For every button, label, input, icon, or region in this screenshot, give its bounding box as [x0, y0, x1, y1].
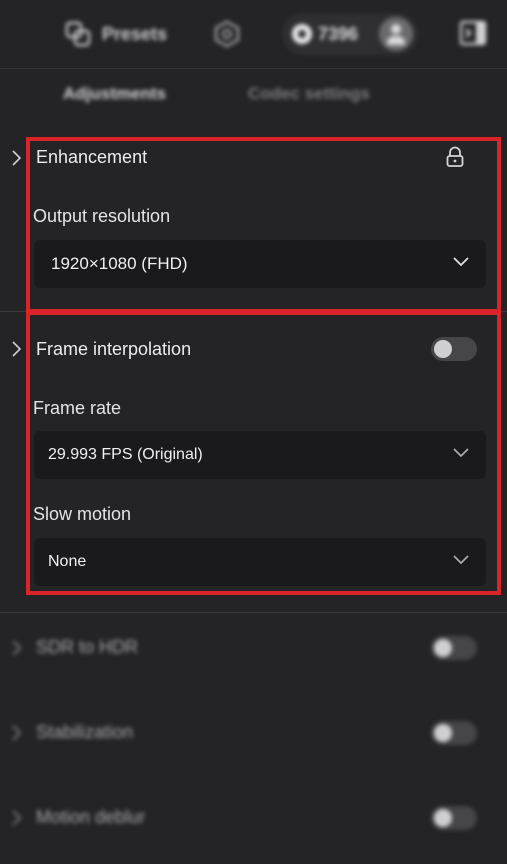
- highlight-box-enhancement: [26, 137, 501, 313]
- tab-bar: Adjustments Codec settings: [0, 78, 507, 112]
- credits-badge[interactable]: 7396: [282, 13, 418, 55]
- chevron-right-icon: [12, 810, 22, 826]
- chevron-right-icon: [12, 640, 22, 656]
- stabilization-title: Stabilization: [36, 722, 134, 742]
- topbar-divider: [0, 68, 507, 69]
- motion-deblur-title: Motion deblur: [36, 807, 146, 827]
- chevron-right-icon: [12, 725, 22, 741]
- presets-button[interactable]: Presets: [64, 18, 167, 50]
- sidebar-toggle-icon[interactable]: [459, 20, 487, 46]
- frame-interpolation-expand-chevron-icon[interactable]: [9, 340, 23, 358]
- enhancement-expand-chevron-icon[interactable]: [9, 149, 23, 167]
- credits-count: 7396: [318, 24, 359, 44]
- presets-label: Presets: [102, 23, 168, 44]
- tab-codec-settings[interactable]: Codec settings: [248, 84, 370, 104]
- highlight-box-frame-interpolation: [26, 311, 501, 595]
- section-divider: [0, 612, 507, 613]
- sdr-to-hdr-toggle[interactable]: [431, 636, 477, 660]
- avatar[interactable]: [379, 17, 413, 51]
- motion-deblur-toggle[interactable]: [431, 806, 477, 830]
- stabilization-toggle[interactable]: [431, 721, 477, 745]
- credits-icon: [292, 24, 312, 44]
- tab-adjustments[interactable]: Adjustments: [63, 84, 166, 104]
- top-bar: Presets 7396: [0, 0, 507, 68]
- presets-icon: [65, 21, 91, 47]
- settings-hex-icon[interactable]: [213, 20, 241, 48]
- sdr-to-hdr-title: SDR to HDR: [36, 637, 139, 657]
